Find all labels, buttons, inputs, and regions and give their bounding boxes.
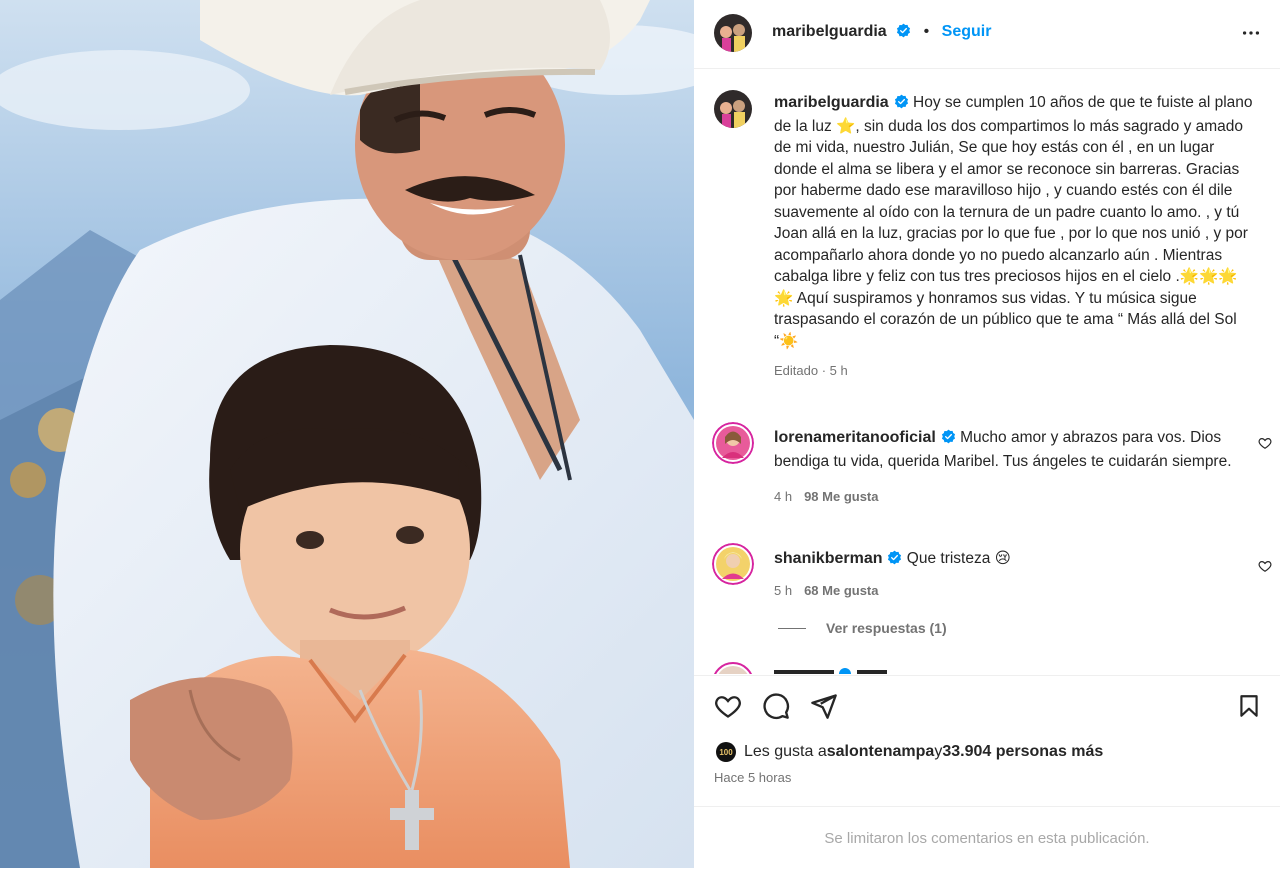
comment-time: 5 h (774, 582, 793, 598)
caption-body: maribelguardia Hoy se cumplen 10 años de… (774, 92, 1254, 382)
likes-prefix: Les gusta a (744, 743, 827, 760)
comment-time: 4 h (774, 489, 793, 504)
like-comment-heart-icon[interactable] (1258, 559, 1272, 578)
commenter-avatar[interactable] (712, 543, 754, 585)
commenter-avatar[interactable] (712, 422, 754, 464)
view-replies-label: Ver respuestas (1) (826, 620, 947, 636)
caption-text: Hoy se cumplen 10 años de que te fuiste … (774, 94, 1253, 350)
separator-dot: • (923, 23, 930, 40)
verified-icon (887, 550, 902, 572)
verified-icon (941, 429, 956, 451)
comment-text: Que tristeza 😢 (906, 550, 1011, 567)
verified-icon (894, 94, 909, 116)
likes-middle: y (934, 743, 943, 760)
liker-username[interactable]: salontenampa (827, 743, 935, 761)
author-avatar[interactable] (714, 14, 752, 52)
comments-limited-notice: Se limitaron los comentarios en esta pub… (694, 806, 1280, 869)
author-line: maribelguardia • Seguir (772, 23, 991, 43)
replies-divider (778, 627, 806, 629)
post-photo[interactable] (0, 0, 694, 868)
share-paper-plane-icon[interactable] (810, 692, 838, 725)
liker-avatar[interactable]: 100 (716, 742, 736, 762)
like-heart-icon[interactable] (714, 692, 742, 725)
likes-count[interactable]: 33.904 personas más (942, 743, 1103, 761)
post-timestamp[interactable]: Hace 5 horas (714, 770, 791, 785)
comment-body: lorenameritanooficial Mucho amor y abraz… (774, 427, 1234, 508)
save-bookmark-icon[interactable] (1236, 692, 1262, 725)
author-username[interactable]: maribelguardia (772, 23, 887, 40)
likes-summary[interactable]: 100 Les gusta a salontenampa y 33.904 pe… (716, 742, 1103, 762)
comment-likes[interactable]: 68 Me gusta (804, 583, 878, 598)
like-comment-heart-icon[interactable] (1258, 436, 1272, 455)
action-bar: 100 Les gusta a salontenampa y 33.904 pe… (694, 675, 1280, 806)
caption-author-avatar[interactable] (714, 90, 752, 128)
comment-username[interactable]: lorenameritanooficial (774, 429, 936, 446)
comment-likes[interactable]: 98 Me gusta (804, 489, 878, 504)
comment-username[interactable]: shanikberman (774, 550, 882, 567)
partial-comment (712, 662, 1272, 674)
post-header: maribelguardia • Seguir (694, 0, 1280, 69)
post-image (0, 0, 694, 868)
comment-bubble-icon[interactable] (762, 692, 790, 725)
comment-meta: 4 h 98 Me gusta (774, 486, 1234, 508)
follow-button[interactable]: Seguir (942, 23, 992, 40)
more-options-icon[interactable] (1240, 22, 1262, 49)
caption-meta: Editado · 5 h (774, 363, 848, 378)
comment-meta: 5 h 68 Me gusta (774, 580, 1234, 602)
post-panel: maribelguardia • Seguir maribelguardia H… (694, 0, 1280, 868)
view-replies-button[interactable]: Ver respuestas (1) (778, 620, 947, 636)
comment-body: shanikberman Que tristeza 😢 5 h 68 Me gus… (774, 548, 1234, 601)
verified-icon (896, 23, 911, 43)
caption-username[interactable]: maribelguardia (774, 94, 889, 111)
